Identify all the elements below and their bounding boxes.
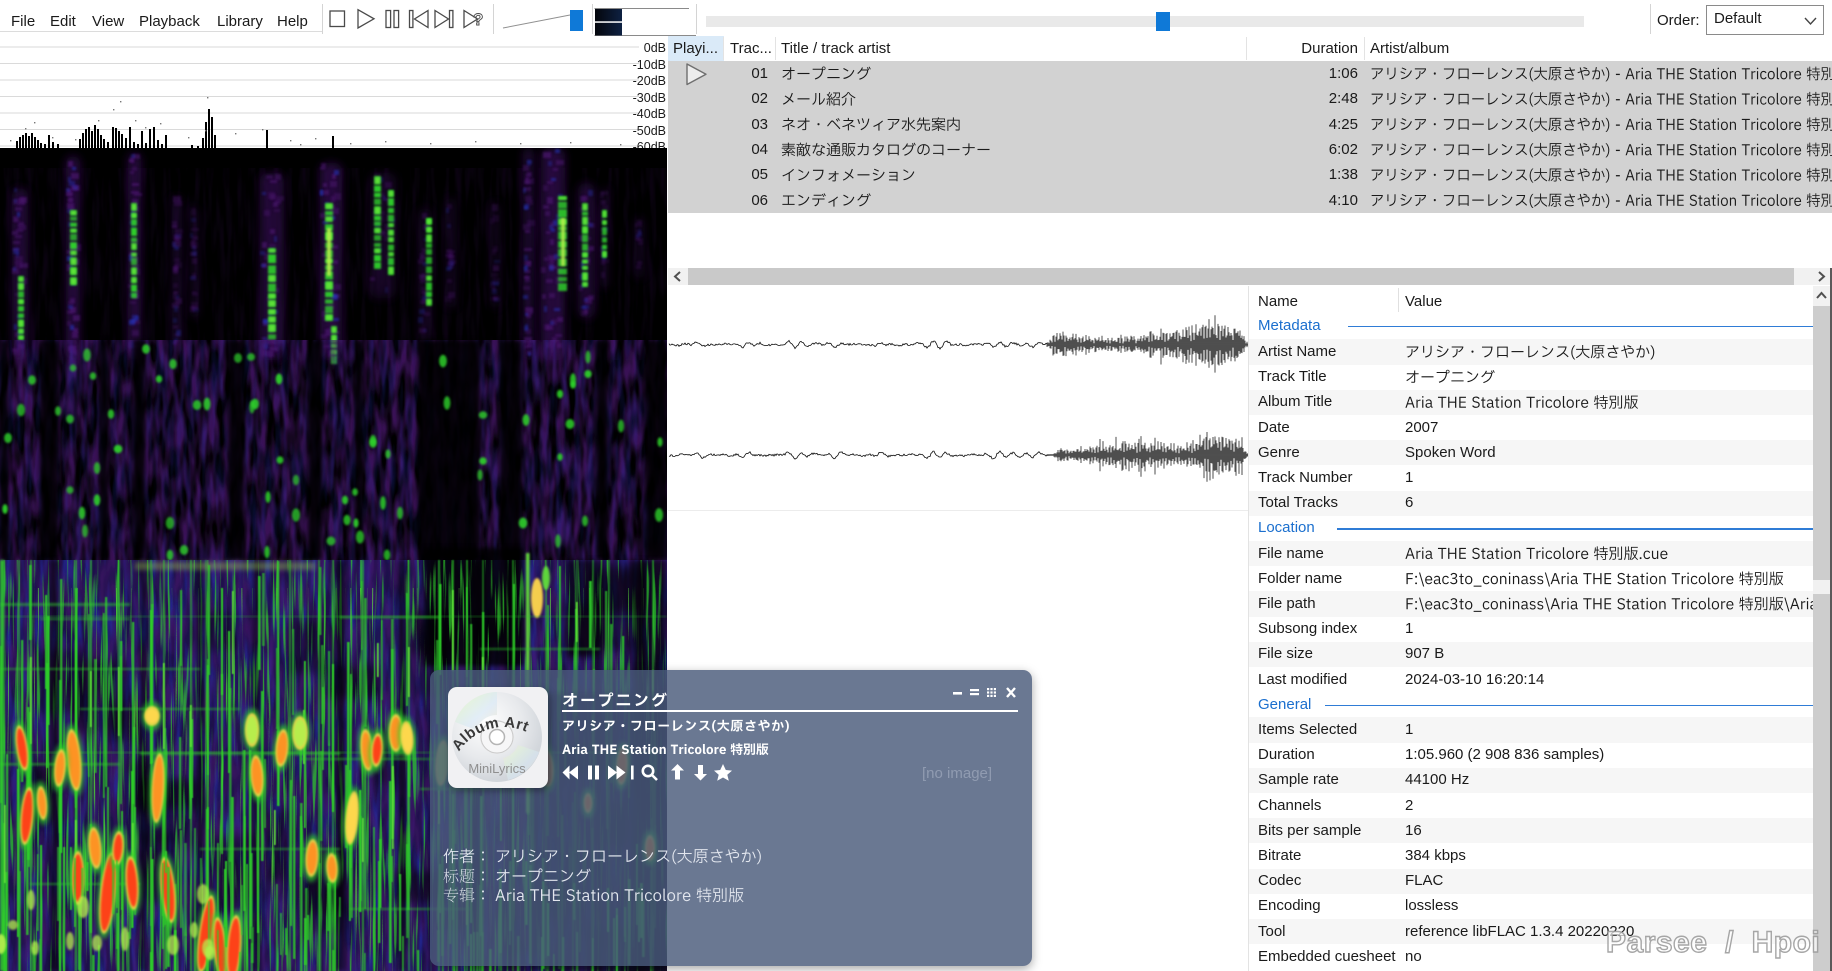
svg-text:MiniLyrics: MiniLyrics	[468, 761, 526, 776]
svg-text:Parsee / Hpoi: Parsee / Hpoi	[1606, 926, 1820, 959]
